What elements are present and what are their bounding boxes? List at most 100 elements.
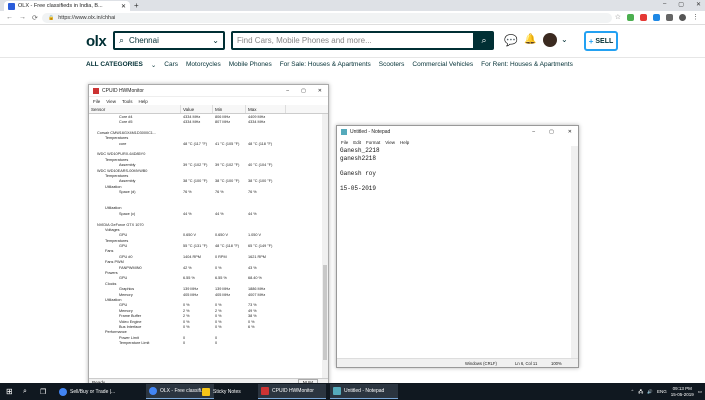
taskbar-app[interactable]: CPUID HWMonitor (258, 384, 326, 399)
language-indicator[interactable]: ENG (657, 389, 667, 394)
bell-icon[interactable]: 🔔 (524, 34, 536, 45)
text-line: Ganesh_2218 (340, 147, 380, 154)
sticky-notes-icon (202, 387, 210, 396)
profile-icon[interactable] (679, 13, 686, 21)
category-link[interactable]: Mobile Phones (229, 61, 272, 69)
extension-icon[interactable] (653, 13, 660, 21)
scrollbar-thumb[interactable] (323, 265, 327, 360)
olx-logo[interactable]: olx (86, 33, 107, 50)
cell-value: 4334 MHz (183, 120, 201, 125)
cell-max: 1621 RPM (248, 254, 266, 259)
task-view-icon[interactable]: ❐ (37, 384, 49, 399)
chevron-up-icon[interactable]: ⌃ (631, 389, 635, 395)
menu-icon[interactable]: ⋮ (692, 13, 699, 21)
hwmonitor-window: CPUID HWMonitor – ▢ ✕ File View Tools Help… (88, 84, 329, 387)
cell-value: 405 MHz (183, 292, 199, 297)
cell-sensor: Bus Interface (119, 324, 142, 329)
notepad-titlebar[interactable]: Untitled - Notepad – ▢ ✕ (337, 126, 578, 138)
hwmonitor-titlebar[interactable]: CPUID HWMonitor – ▢ ✕ (89, 85, 328, 97)
category-link[interactable]: Scooters (379, 61, 405, 69)
taskbar-app[interactable]: Untitled - Notepad (330, 384, 398, 399)
extension-icon[interactable] (640, 13, 647, 21)
windows-start-icon[interactable]: ⊞ (3, 384, 15, 399)
col-sensor[interactable]: Sensor (89, 105, 181, 113)
scrollbar[interactable] (571, 146, 578, 358)
minimize-icon[interactable]: – (663, 1, 666, 8)
maximize-icon[interactable]: ▢ (549, 129, 554, 135)
col-value[interactable]: Value (181, 105, 213, 113)
clock[interactable]: 09:13 PM 15-05-2019 (671, 386, 694, 397)
search-icon[interactable]: ⌕ (20, 384, 32, 399)
chrome-icon (59, 387, 67, 396)
cell-max: 76 % (248, 190, 257, 195)
location-selector[interactable]: ⌕ Chennai ⌄ (113, 31, 225, 50)
minimize-icon[interactable]: – (532, 129, 535, 135)
cell-min: 139 MHz (215, 287, 231, 292)
menu-format[interactable]: Format (366, 140, 380, 145)
maximize-icon[interactable]: ▢ (678, 1, 684, 8)
extension-icon[interactable] (666, 13, 673, 21)
network-icon[interactable]: 🖧 (638, 388, 643, 396)
cell-min: 0 % (215, 314, 222, 319)
table-row[interactable]: Temperature Limit 0 0 (89, 340, 323, 345)
text-line: 15-05-2019 (340, 184, 377, 192)
cell-max: 4334 MHz (248, 120, 266, 125)
col-max[interactable]: Max (246, 105, 286, 113)
menu-file[interactable]: File (93, 99, 100, 104)
menu-help[interactable]: Help (138, 99, 147, 104)
notifications-icon[interactable]: ▭ (698, 389, 702, 395)
category-link[interactable]: For Rent: Houses & Apartments (481, 61, 573, 69)
cell-sensor: Assembly (119, 163, 136, 168)
text-line: Ganesh roy (340, 169, 377, 177)
category-link[interactable]: For Sale: Houses & Apartments (280, 61, 371, 69)
category-link[interactable]: Cars (164, 61, 178, 69)
taskbar-app[interactable]: Sticky Notes (199, 384, 267, 399)
forward-icon[interactable]: → (19, 14, 26, 21)
menu-help[interactable]: Help (400, 140, 409, 145)
minimize-icon[interactable]: – (286, 88, 289, 94)
cell-max: 68.40 % (248, 276, 262, 281)
close-icon[interactable]: ✕ (696, 1, 701, 8)
star-icon[interactable]: ☆ (615, 13, 621, 21)
avatar[interactable] (543, 33, 557, 47)
cell-sensor: GPU (119, 303, 128, 308)
search-button[interactable]: ⌕ (474, 31, 494, 50)
all-categories-link[interactable]: ALL CATEGORIES (86, 61, 143, 69)
category-link[interactable]: Commercial Vehicles (412, 61, 473, 69)
close-icon[interactable]: ✕ (318, 88, 322, 94)
cell-sensor: GPU (119, 233, 128, 238)
maximize-icon[interactable]: ▢ (301, 88, 306, 94)
sell-button[interactable]: + SELL (584, 31, 618, 51)
cell-max: 4007 MHz (248, 292, 266, 297)
category-link[interactable]: Motorcycles (186, 61, 221, 69)
chat-icon[interactable]: 💬 (504, 34, 518, 47)
extension-icon[interactable] (627, 13, 634, 21)
col-min[interactable]: Min (213, 105, 246, 113)
menu-edit[interactable]: Edit (353, 140, 361, 145)
cell-value: 55 °C (131 °F) (183, 244, 208, 249)
cell-sensor: Space (d) (119, 190, 136, 195)
menu-file[interactable]: File (341, 140, 348, 145)
reload-icon[interactable]: ⟳ (32, 14, 38, 22)
menu-view[interactable]: View (385, 140, 395, 145)
cell-max: 38 % (248, 314, 257, 319)
cell-min: 6.55 % (215, 276, 227, 281)
close-icon[interactable]: ✕ (568, 129, 572, 135)
volume-icon[interactable]: 🔊 (647, 389, 653, 395)
menu-tools[interactable]: Tools (122, 99, 133, 104)
cell-sensor: Frame Buffer (119, 314, 142, 319)
search-input[interactable]: Find Cars, Mobile Phones and more... (231, 31, 475, 50)
new-tab-button[interactable]: + (134, 1, 139, 10)
cell-min: 0 % (215, 303, 222, 308)
back-icon[interactable]: ← (6, 14, 13, 21)
cell-sensor: Corsair CMW16GX4M1D3000C1... (97, 130, 157, 135)
close-tab-icon[interactable]: ✕ (121, 3, 126, 10)
taskbar-app[interactable]: Sell/Buy or Trade |... (56, 384, 124, 399)
menu-view[interactable]: View (106, 99, 116, 104)
cell-max: 0 % (248, 319, 255, 324)
address-bar[interactable]: 🔒 https://www.olx.in/chhai (42, 13, 612, 23)
chevron-down-icon[interactable]: ⌄ (561, 35, 568, 44)
browser-tab[interactable]: OLX - Free classifieds in India, B... ✕ (4, 1, 130, 11)
cell-value: 0 % (183, 303, 190, 308)
notepad-text-area[interactable]: Ganesh_2218 ganesh2218 Ganesh roy 15-05-… (340, 147, 570, 357)
